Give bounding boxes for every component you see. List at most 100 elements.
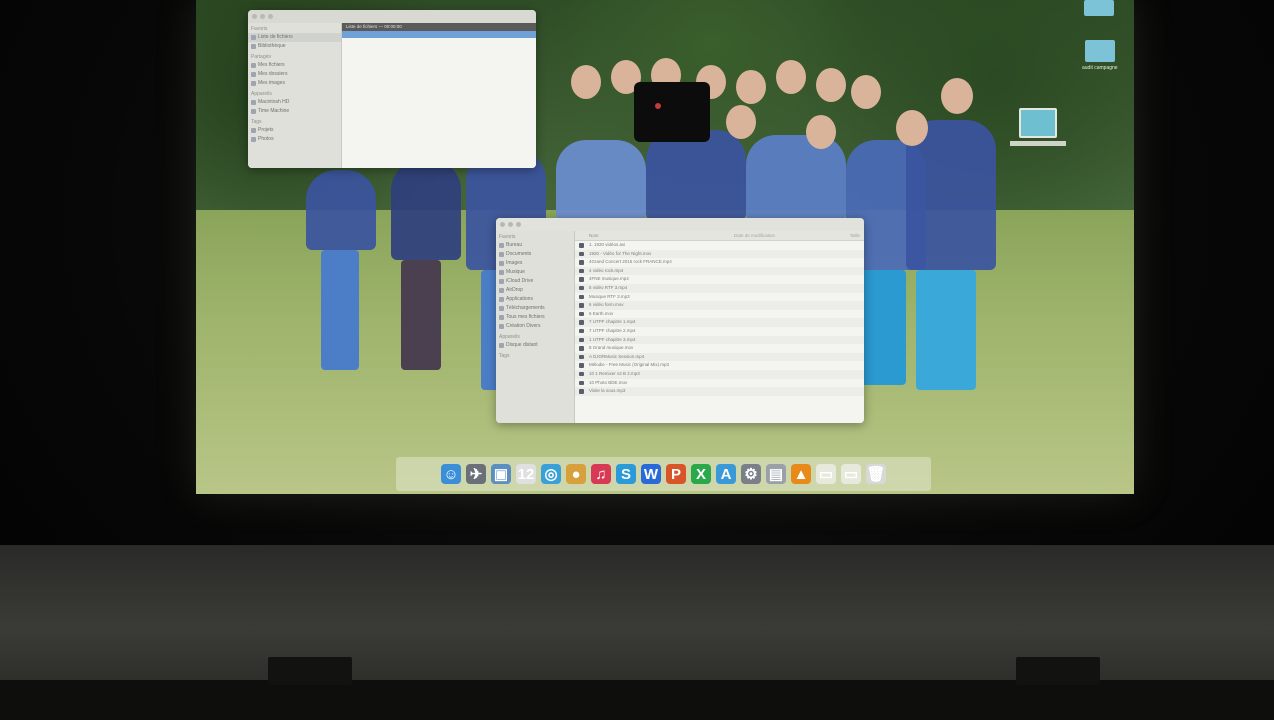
file-icon — [579, 354, 584, 360]
table-row[interactable]: 10 1 Remixer v2 B 2.mp3 — [575, 369, 864, 379]
file-size — [816, 258, 864, 267]
zoom-button[interactable] — [268, 14, 273, 19]
calendar-icon[interactable]: 12 — [516, 464, 536, 484]
column-date[interactable]: Date de modification — [734, 233, 816, 238]
file-date — [734, 241, 816, 250]
table-row[interactable]: 6 vidéo form.mov — [575, 301, 864, 310]
sidebar-item-icon — [499, 279, 504, 284]
trash-icon[interactable]: 🗑 — [866, 464, 886, 484]
table-row[interactable]: 6 Earth.mov — [575, 310, 864, 319]
finder-window-top[interactable]: Favoris Liste de fichiers Bibliothèque Part… — [248, 10, 536, 168]
stage-block-right — [1016, 657, 1100, 685]
sidebar-item[interactable]: Bibliothèque — [248, 42, 341, 51]
table-row[interactable]: 4FNE musique.mp4 — [575, 275, 864, 284]
selected-row[interactable] — [342, 31, 536, 38]
sidebar-item[interactable]: Musique — [496, 268, 574, 277]
table-row[interactable]: Mélodie - Free Music (Original Mix).mp3 — [575, 361, 864, 370]
sidebar-item[interactable]: Disque distant — [496, 341, 574, 350]
vlc-icon[interactable]: ▲ — [791, 464, 811, 484]
sidebar-item[interactable]: Bureau — [496, 241, 574, 250]
table-row[interactable]: 1920 - Vidéo for The Night.mov — [575, 249, 864, 259]
table-row[interactable]: 5 vidéo RTF 3.mp4 — [575, 283, 864, 293]
file-icon — [579, 311, 584, 317]
sidebar-item[interactable]: Time Machine — [248, 107, 341, 116]
file-date — [734, 284, 816, 293]
table-row[interactable]: 8 Grand musique.mov — [575, 344, 864, 353]
preview-icon[interactable]: ▣ — [491, 464, 511, 484]
window-titlebar[interactable] — [248, 10, 536, 24]
table-row[interactable]: 4 vidéo rock.mp4 — [575, 266, 864, 276]
close-button[interactable] — [252, 14, 257, 19]
sidebar-item-label: Création Divers — [506, 323, 541, 329]
sidebar-item[interactable]: Images — [496, 259, 574, 268]
sidebar-item[interactable]: Mes dossiers — [248, 70, 341, 79]
finder-window-main[interactable]: Favoris Bureau Documents Images Musique iClou… — [496, 218, 864, 423]
downloads-stack-icon[interactable]: ▭ — [841, 464, 861, 484]
file-icon — [579, 277, 584, 282]
column-size[interactable]: Taille — [816, 233, 864, 238]
sidebar-section-heading: Tags — [499, 353, 510, 359]
minimize-button[interactable] — [260, 14, 265, 19]
file-size — [816, 379, 864, 388]
powerpoint-icon[interactable]: P — [666, 464, 686, 484]
table-row[interactable]: 7 UTPF chapitre 1.mp4 — [575, 318, 864, 327]
desktop-folder[interactable]: audit campagne — [1082, 40, 1118, 71]
sidebar-item-label: Bureau — [506, 242, 523, 248]
close-button[interactable] — [500, 222, 505, 227]
file-size — [816, 250, 864, 259]
stage-block-left — [268, 657, 352, 685]
file-name: 4 vidéo rock.mp4 — [589, 267, 624, 273]
folder-stack-icon[interactable]: ▭ — [816, 464, 836, 484]
table-row[interactable]: 7 UTPF chapitre 2.mp4 — [575, 327, 864, 336]
column-header[interactable]: Nom Date de modification Taille — [575, 231, 864, 241]
file-size — [816, 336, 864, 345]
column-name[interactable]: Nom — [575, 233, 734, 238]
file-size — [816, 301, 864, 310]
file-name: 5 vidéo RTF 3.mp4 — [589, 284, 628, 290]
sidebar-item[interactable]: Macintosh HD — [248, 98, 341, 107]
desktop-document[interactable] — [1010, 108, 1066, 146]
sidebar-item[interactable]: AirDrop — [496, 286, 574, 295]
launchpad-icon[interactable]: ✈ — [466, 464, 486, 484]
table-row[interactable]: Visite la sous.mp3 — [575, 387, 864, 396]
word-icon[interactable]: W — [641, 464, 661, 484]
table-row[interactable]: A DJORMusic Session.mp4 — [575, 352, 864, 362]
minimize-button[interactable] — [508, 222, 513, 227]
sidebar-item[interactable]: Mes fichiers — [248, 61, 341, 70]
appstore-icon[interactable]: A — [716, 464, 736, 484]
sidebar-item[interactable]: Documents — [496, 250, 574, 259]
projector-indicator-light — [655, 103, 661, 109]
sidebar-item[interactable]: Création Divers — [496, 322, 574, 331]
table-row[interactable]: 1. 1920 vidéos.avi — [575, 241, 864, 250]
file-date — [734, 275, 816, 284]
file-icon — [579, 346, 584, 351]
table-row[interactable]: Musique RTF 3.mp3 — [575, 293, 864, 302]
sidebar-item-label: Liste de fichiers — [258, 34, 293, 40]
system-preferences-icon[interactable]: ⚙ — [741, 464, 761, 484]
sidebar-item[interactable]: Téléchargements — [496, 304, 574, 313]
skype-icon[interactable]: S — [616, 464, 636, 484]
image-viewer-icon[interactable]: ▤ — [766, 464, 786, 484]
sidebar-item[interactable]: Projets — [248, 126, 341, 135]
sidebar-item[interactable]: iCloud Drive — [496, 277, 574, 286]
finder-icon[interactable]: ☺ — [441, 464, 461, 484]
excel-icon[interactable]: X — [691, 464, 711, 484]
sidebar-item[interactable]: Applications — [496, 295, 574, 304]
sidebar-item[interactable]: Tous mes fichiers — [496, 313, 574, 322]
file-date — [734, 370, 816, 379]
itunes-icon[interactable]: ♫ — [591, 464, 611, 484]
desktop-folder[interactable] — [1084, 0, 1114, 19]
sidebar-item-icon — [251, 63, 256, 68]
safari-icon[interactable]: ◎ — [541, 464, 561, 484]
sidebar-item[interactable]: Photos — [248, 135, 341, 144]
table-row[interactable]: 4Grand Concert 2015 rock FRANCE.mp4 — [575, 258, 864, 267]
sidebar-item[interactable]: Liste de fichiers — [248, 33, 341, 42]
window-titlebar[interactable] — [496, 218, 864, 232]
sidebar-item-label: iCloud Drive — [506, 278, 534, 284]
zoom-button[interactable] — [516, 222, 521, 227]
chrome-icon[interactable]: ● — [566, 464, 586, 484]
sidebar-item-icon — [499, 270, 504, 275]
sidebar-item[interactable]: Mes images — [248, 79, 341, 88]
table-row[interactable]: 1 UTPF chapitre 3.mp4 — [575, 335, 864, 345]
table-row[interactable]: 10 Photo BDE.mov — [575, 379, 864, 388]
